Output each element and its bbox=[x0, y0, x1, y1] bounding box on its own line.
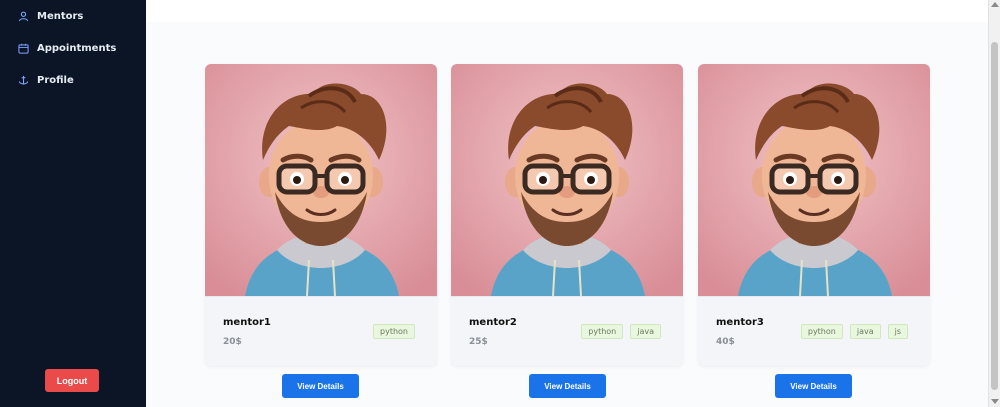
mentor-card: mentor2 python java bbox=[451, 64, 683, 366]
mentor-avatar bbox=[698, 64, 930, 296]
sidebar-item-mentors[interactable]: Mentors bbox=[18, 11, 83, 22]
mentor-card: mentor3 python java js bbox=[698, 64, 930, 366]
mentor-card: mentor1 python bbox=[205, 64, 437, 366]
main-content: mentor1 python mentor2 python java mento… bbox=[146, 0, 988, 407]
scroll-down-arrow-icon[interactable] bbox=[991, 399, 999, 404]
sidebar-item-label: Profile bbox=[37, 75, 74, 86]
view-details-button[interactable]: View Details bbox=[282, 374, 359, 398]
user-icon bbox=[18, 11, 29, 22]
mentor-name: mentor2 bbox=[469, 317, 517, 328]
sidebar-item-label: Mentors bbox=[37, 11, 84, 22]
skill-tag: java bbox=[630, 324, 661, 339]
vertical-scrollbar[interactable] bbox=[988, 0, 1000, 407]
skill-tags: python java bbox=[581, 324, 661, 339]
sidebar-item-label: Appointments bbox=[37, 43, 117, 54]
mentor-name: mentor3 bbox=[716, 317, 764, 328]
skill-tag: java bbox=[849, 324, 881, 339]
sidebar-item-profile[interactable]: Profile bbox=[18, 75, 74, 86]
mentor-avatar bbox=[205, 64, 437, 296]
sidebar: Mentors Appointments Profile Logout bbox=[0, 0, 146, 407]
mentor-price: 40$ bbox=[716, 337, 735, 347]
skill-tag: python bbox=[800, 324, 843, 339]
mentor-avatar bbox=[451, 64, 683, 296]
calendar-icon bbox=[18, 43, 29, 54]
logout-button[interactable]: Logout bbox=[45, 369, 99, 392]
skill-tags: python java js bbox=[800, 324, 908, 339]
view-details-button[interactable]: View Details bbox=[529, 374, 606, 398]
skill-tag: python bbox=[373, 324, 415, 339]
top-bar bbox=[146, 0, 988, 22]
view-details-button[interactable]: View Details bbox=[775, 374, 852, 398]
sidebar-item-appointments[interactable]: Appointments bbox=[18, 43, 116, 54]
mentor-info: mentor3 python java js bbox=[698, 296, 930, 366]
mentor-name: mentor1 bbox=[223, 317, 271, 328]
skill-tags: python bbox=[373, 324, 415, 339]
mentor-info: mentor2 python java bbox=[451, 296, 683, 366]
skill-tag: js bbox=[887, 324, 908, 339]
mentor-info: mentor1 python bbox=[205, 296, 437, 366]
anchor-icon bbox=[18, 75, 29, 86]
scrollbar-thumb[interactable] bbox=[991, 42, 998, 390]
scroll-up-arrow-icon[interactable] bbox=[991, 2, 999, 7]
skill-tag: python bbox=[581, 324, 624, 339]
mentor-price: 25$ bbox=[469, 337, 488, 347]
mentor-price: 20$ bbox=[223, 337, 242, 347]
